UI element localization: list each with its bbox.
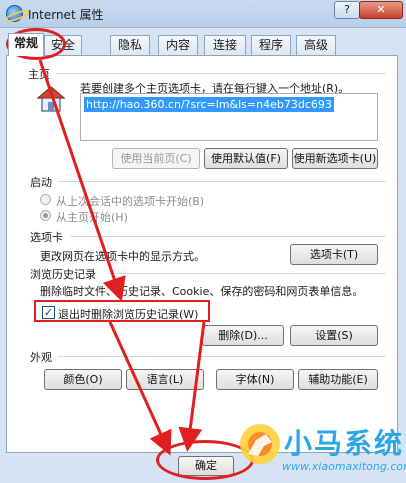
use-new-tab-button[interactable]: 使用新选项卡(U) bbox=[292, 148, 378, 169]
title-bar: Internet 属性 ? ✕ bbox=[0, 0, 406, 28]
window-title: Internet 属性 bbox=[28, 8, 104, 22]
watermark-url: www.xiaomaxitong.com bbox=[282, 460, 406, 473]
tab-advanced[interactable]: 高级 bbox=[296, 35, 336, 55]
startup-homepage-label: 从主页开始(H) bbox=[56, 211, 128, 224]
watermark: 小马系统 www.xiaomaxitong.com bbox=[236, 420, 406, 480]
startup-last-session-label: 从上次会话中的选项卡开始(B) bbox=[56, 195, 205, 208]
house-icon bbox=[36, 86, 66, 112]
divider bbox=[108, 273, 386, 274]
languages-button[interactable]: 语言(L) bbox=[126, 369, 204, 390]
history-settings-button[interactable]: 设置(S) bbox=[290, 325, 378, 346]
tab-programs[interactable]: 程序 bbox=[251, 35, 291, 55]
horse-logo-icon bbox=[240, 424, 280, 464]
tabs-section-label: 选项卡 bbox=[30, 231, 63, 244]
divider bbox=[58, 356, 386, 357]
colors-button[interactable]: 颜色(O) bbox=[44, 369, 122, 390]
divider bbox=[70, 236, 386, 237]
accessibility-button[interactable]: 辅助功能(E) bbox=[298, 369, 378, 390]
tabs-description: 更改网页在选项卡中的显示方式。 bbox=[40, 250, 205, 263]
divider bbox=[58, 181, 386, 182]
startup-section-label: 启动 bbox=[30, 176, 52, 189]
history-section-label: 浏览历史记录 bbox=[30, 268, 96, 281]
startup-last-session-radio[interactable] bbox=[40, 194, 51, 205]
use-default-button[interactable]: 使用默认值(F) bbox=[204, 148, 288, 169]
appearance-section-label: 外观 bbox=[30, 351, 52, 364]
tabs-settings-button[interactable]: 选项卡(T) bbox=[290, 244, 378, 265]
fonts-button[interactable]: 字体(N) bbox=[216, 369, 294, 390]
watermark-name: 小马系统 bbox=[284, 427, 405, 460]
divider bbox=[56, 73, 386, 74]
tab-connections[interactable]: 连接 bbox=[204, 35, 246, 55]
tab-privacy[interactable]: 隐私 bbox=[110, 35, 150, 55]
highlight-box bbox=[34, 300, 210, 322]
homepage-section-label: 主页 bbox=[28, 68, 50, 81]
delete-history-button[interactable]: 删除(D)... bbox=[202, 325, 284, 346]
tab-content[interactable]: 内容 bbox=[158, 35, 198, 55]
close-button[interactable]: ✕ bbox=[359, 1, 403, 19]
homepage-url-text: http://hao.360.cn/?src=lm&ls=n4eb73dc693 bbox=[84, 97, 334, 112]
history-description: 删除临时文件、历史记录、Cookie、保存的密码和网页表单信息。 bbox=[40, 285, 364, 298]
internet-explorer-icon bbox=[6, 5, 23, 22]
use-current-button[interactable]: 使用当前页(C) bbox=[112, 148, 200, 169]
homepage-url-textarea[interactable]: http://hao.360.cn/?src=lm&ls=n4eb73dc693 bbox=[80, 93, 378, 141]
help-button[interactable]: ? bbox=[334, 1, 360, 19]
tab-general[interactable]: 常规 bbox=[8, 33, 44, 56]
startup-homepage-radio[interactable] bbox=[40, 210, 51, 221]
